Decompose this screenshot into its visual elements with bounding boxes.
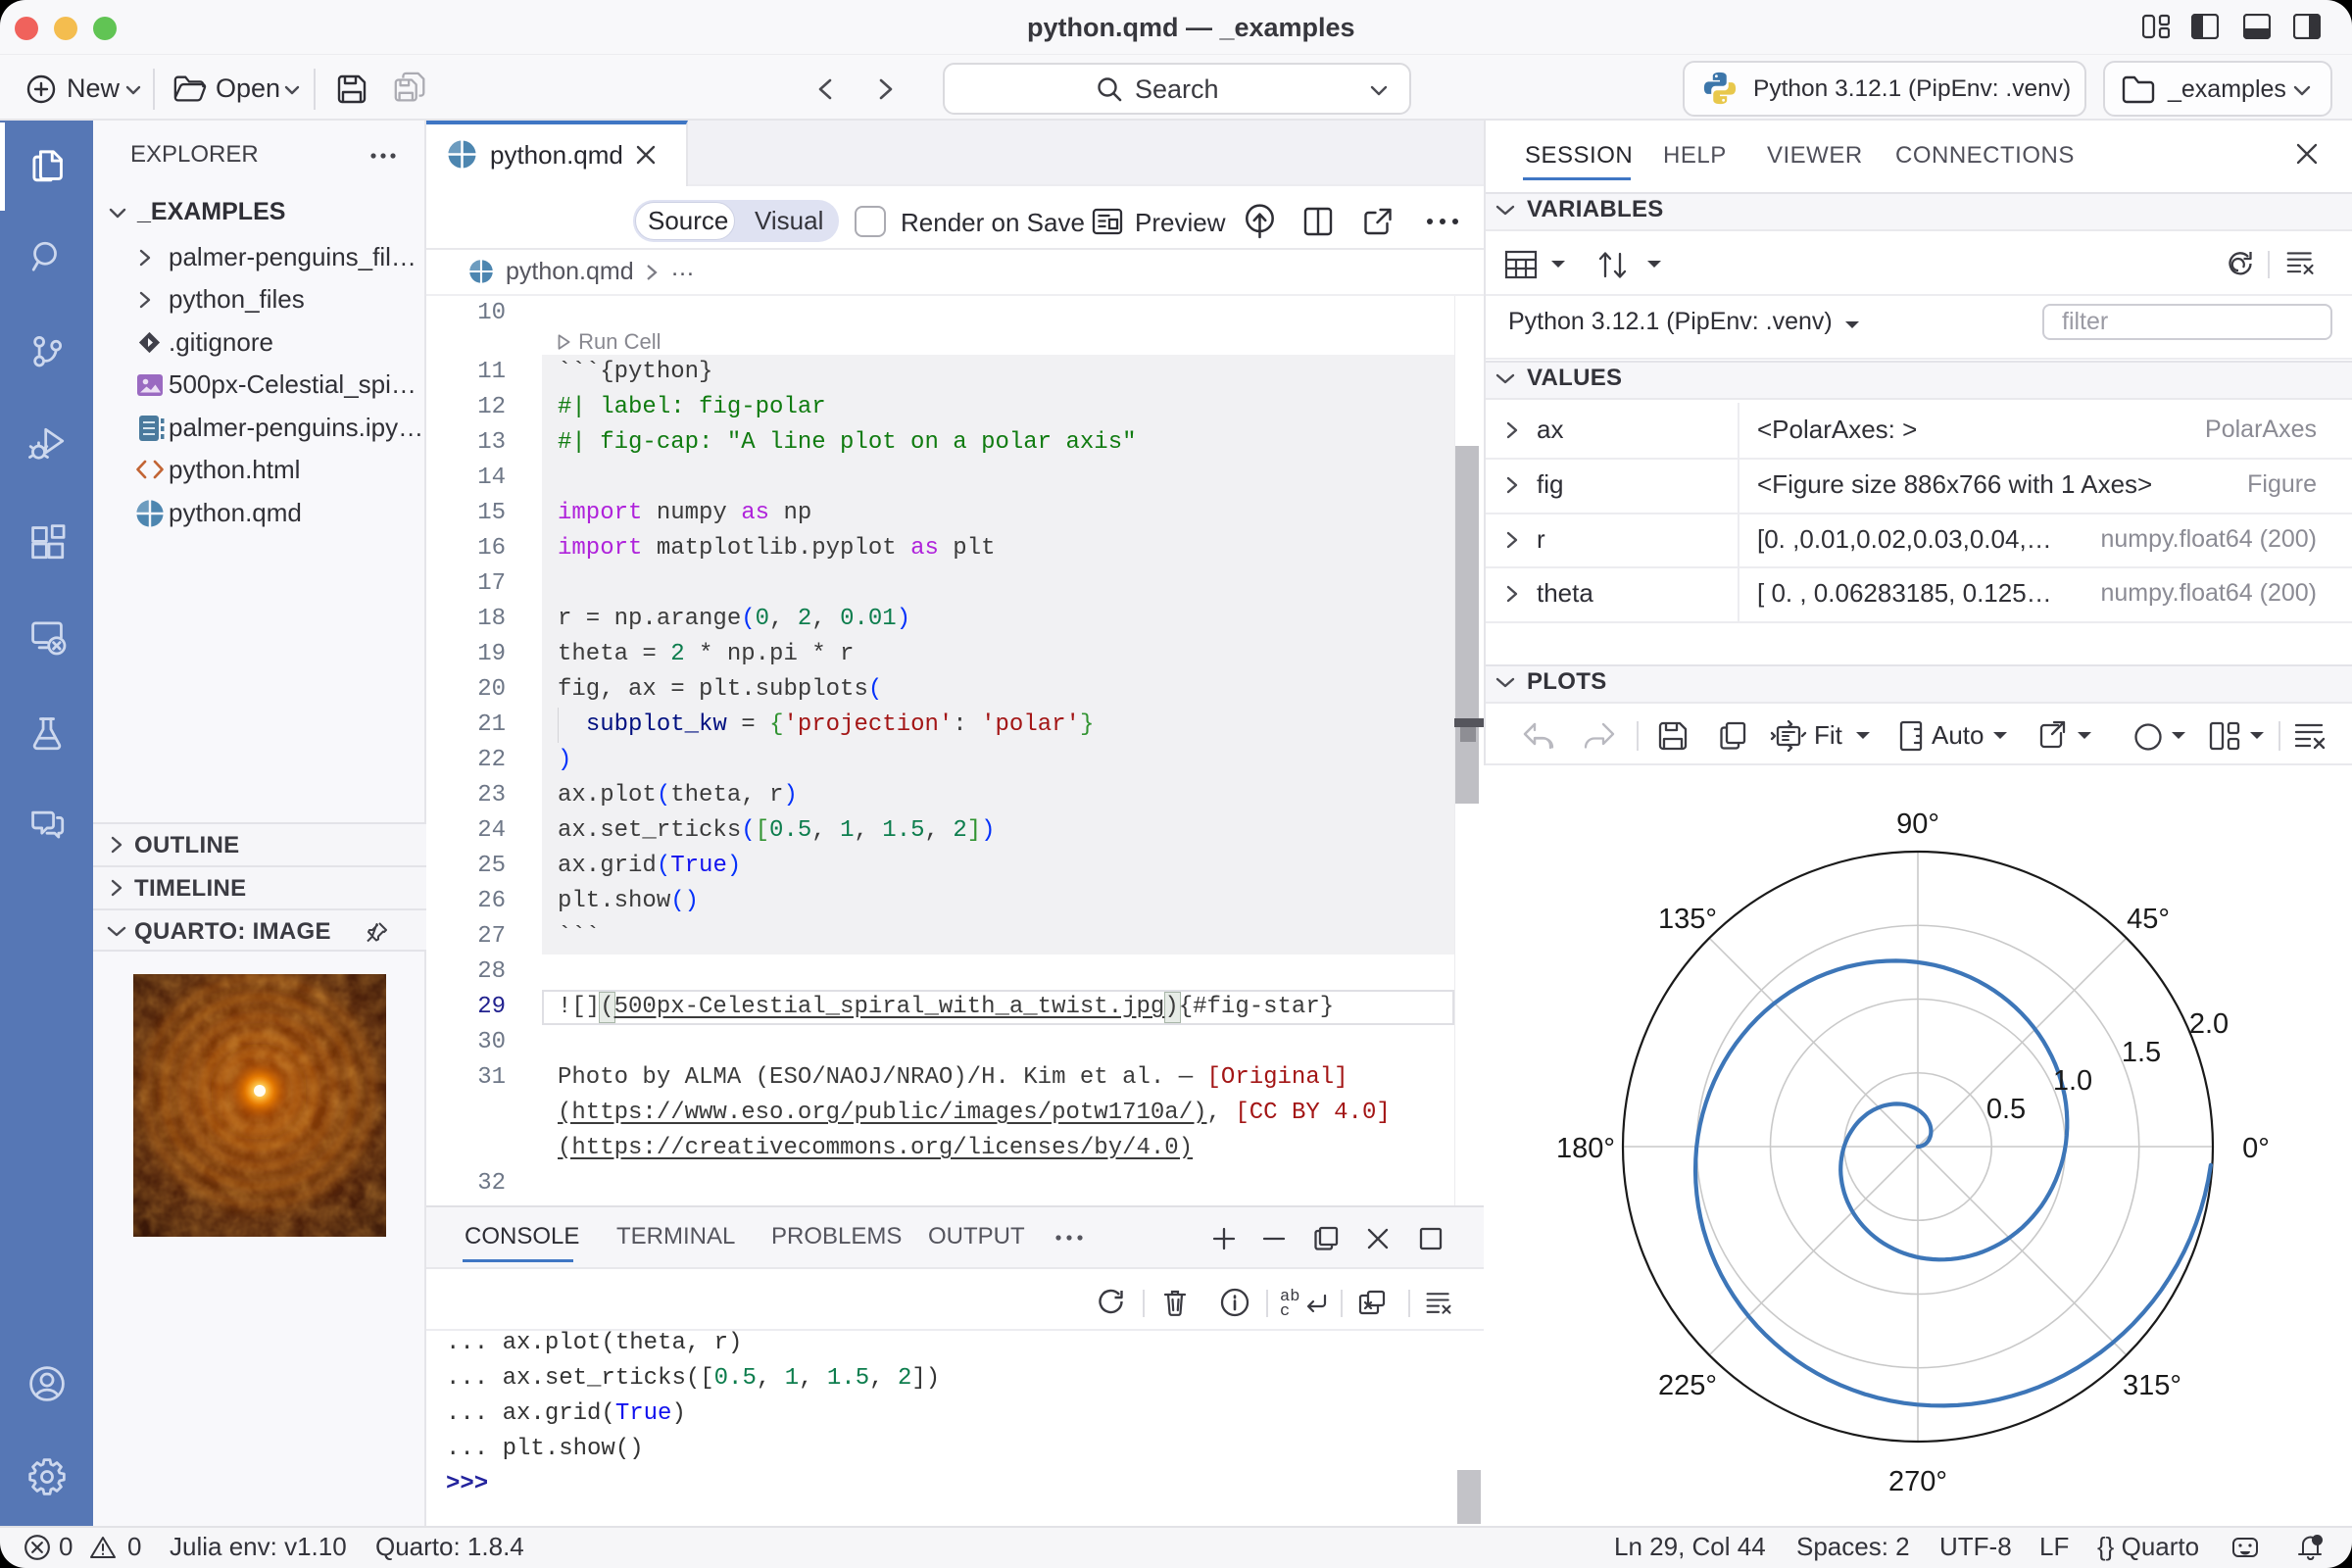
svg-text:0°: 0° [2242, 1133, 2270, 1164]
svg-text:270°: 270° [1888, 1466, 1947, 1497]
svg-text:315°: 315° [2123, 1370, 2181, 1401]
svg-text:0.5: 0.5 [1986, 1094, 2026, 1125]
svg-text:2.0: 2.0 [2189, 1008, 2229, 1040]
svg-text:45°: 45° [2127, 904, 2170, 935]
svg-text:135°: 135° [1658, 904, 1717, 935]
svg-text:180°: 180° [1556, 1133, 1615, 1164]
svg-text:1.0: 1.0 [2053, 1065, 2092, 1097]
svg-text:90°: 90° [1896, 808, 1939, 840]
svg-text:1.5: 1.5 [2122, 1037, 2161, 1068]
svg-text:225°: 225° [1658, 1370, 1717, 1401]
